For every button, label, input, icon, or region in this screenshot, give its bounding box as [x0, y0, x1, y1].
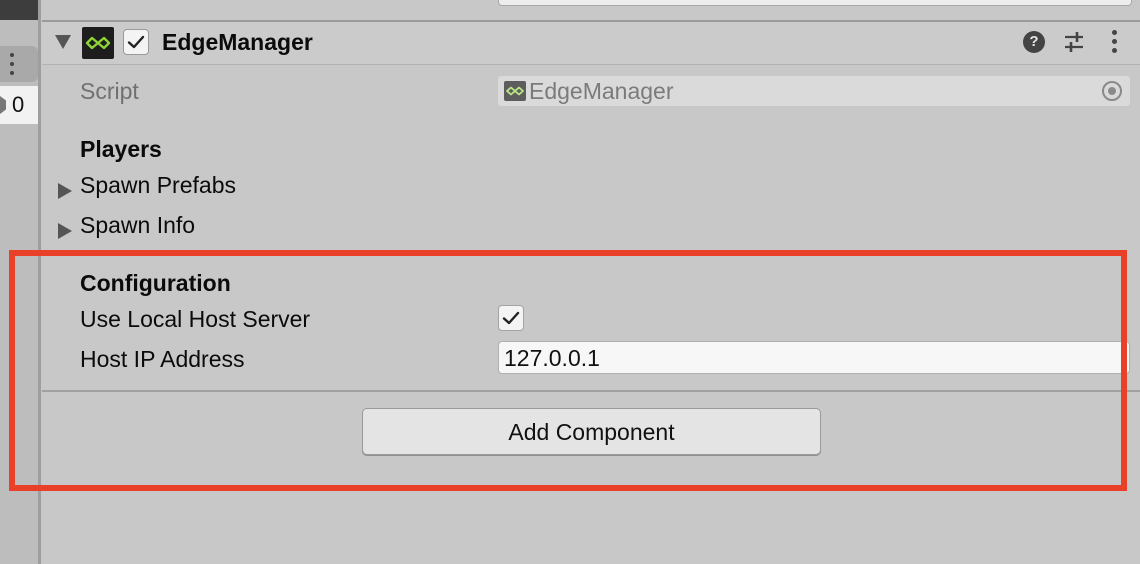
spawn-info-foldout[interactable]: Spawn Info [58, 212, 418, 245]
help-icon[interactable]: ? [1023, 31, 1045, 53]
script-label: Script [80, 78, 139, 104]
vertical-dots-icon [10, 53, 14, 75]
object-picker-icon[interactable] [1102, 81, 1122, 101]
spawn-prefabs-foldout[interactable]: Spawn Prefabs [58, 172, 418, 205]
kebab-menu-icon[interactable] [1110, 30, 1118, 54]
fold-right-arrow-icon [58, 223, 72, 239]
component-enabled-checkbox[interactable] [123, 29, 149, 55]
left-panel-header [0, 0, 40, 20]
edge-manager-icon [82, 27, 114, 59]
sliders-icon[interactable] [1062, 30, 1086, 54]
players-heading: Players [80, 136, 162, 162]
component-title: EdgeManager [162, 29, 313, 55]
script-type-icon [504, 81, 526, 101]
spawn-info-label: Spawn Info [80, 212, 196, 238]
script-field: EdgeManager [498, 76, 1130, 106]
highlight-annotation [9, 250, 1127, 491]
left-panel-count-badge: 0 [0, 86, 38, 124]
checkmark-icon [127, 35, 145, 49]
previous-component-field[interactable] [498, 0, 1132, 6]
fold-arrow-icon[interactable] [55, 35, 71, 49]
fold-right-arrow-icon [58, 183, 72, 199]
hexagon-icon [0, 96, 6, 114]
script-value: EdgeManager [529, 78, 674, 104]
left-panel-count: 0 [12, 92, 25, 117]
left-panel-menu-handle[interactable] [0, 46, 38, 82]
spawn-prefabs-label: Spawn Prefabs [80, 172, 236, 198]
